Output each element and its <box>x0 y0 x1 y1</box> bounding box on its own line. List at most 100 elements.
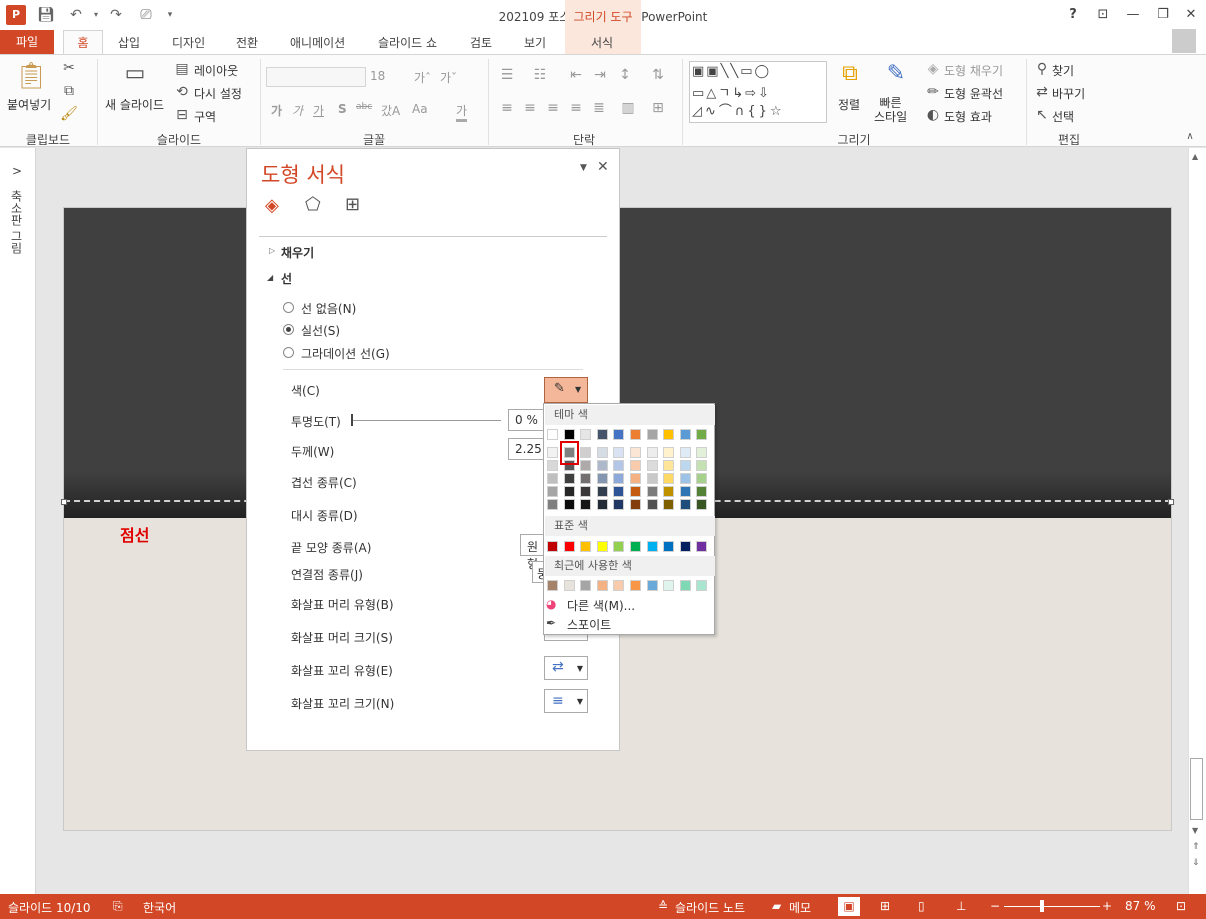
standard-color-swatch[interactable] <box>596 541 608 552</box>
select-icon[interactable]: ↖ <box>1034 107 1050 123</box>
zoom-level[interactable]: 87 % <box>1125 899 1156 913</box>
theme-shade-swatch[interactable] <box>613 447 625 458</box>
section-icon[interactable]: ⊟ <box>174 107 190 123</box>
theme-shade-swatch[interactable] <box>679 499 691 510</box>
theme-shade-swatch[interactable] <box>547 473 558 484</box>
reset-button[interactable]: 다시 설정 <box>194 85 242 102</box>
end-arrow-type-dropdown[interactable]: ⇄ ▼ <box>544 656 588 680</box>
scrollbar-thumb[interactable] <box>1190 758 1203 820</box>
theme-shade-swatch[interactable] <box>630 460 641 471</box>
spell-check-icon[interactable]: ⎘ <box>113 899 123 914</box>
size-properties-tab-icon[interactable]: ⊞ <box>345 194 360 215</box>
tab-file[interactable]: 파일 <box>0 30 54 54</box>
tab-slideshow[interactable]: 슬라이드 쇼 <box>378 34 437 51</box>
theme-shade-swatch[interactable] <box>630 473 641 484</box>
ribbon-display-icon[interactable]: ⊡ <box>1088 3 1118 27</box>
recent-color-swatch[interactable] <box>630 580 641 591</box>
expand-thumbnails-icon[interactable]: > <box>12 164 22 178</box>
standard-color-swatch[interactable] <box>696 541 708 552</box>
shape-outline-button[interactable]: 도형 윤곽선 <box>944 85 1003 102</box>
theme-shade-swatch[interactable] <box>630 447 641 458</box>
more-colors-item[interactable]: 다른 색(M)... <box>567 597 635 614</box>
fill-section-header[interactable]: 채우기 <box>281 244 314 261</box>
standard-color-swatch[interactable] <box>679 541 691 552</box>
gradient-line-radio[interactable] <box>283 347 294 358</box>
pane-close-icon[interactable]: ✕ <box>597 159 609 175</box>
standard-color-swatch[interactable] <box>630 541 641 552</box>
increase-indent-icon[interactable]: ⇥ <box>590 67 610 83</box>
quick-styles-icon[interactable]: ✎ <box>882 61 910 86</box>
theme-shade-swatch[interactable] <box>596 460 608 471</box>
recent-color-swatch[interactable] <box>580 580 592 591</box>
justify-icon[interactable]: ≡ <box>566 100 586 116</box>
theme-color-swatch[interactable] <box>563 429 575 440</box>
tab-home[interactable]: 홈 <box>63 30 103 55</box>
zoom-in-icon[interactable]: + <box>1102 899 1112 913</box>
slideshow-view-icon[interactable]: ⊥ <box>956 899 966 913</box>
line-section-header[interactable]: 선 <box>281 270 292 287</box>
theme-shade-swatch[interactable] <box>596 473 608 484</box>
theme-shade-swatch[interactable] <box>646 499 658 510</box>
shrink-font-icon[interactable]: 가ˇ <box>440 69 457 86</box>
arrange-button[interactable]: 정렬 <box>838 96 860 113</box>
theme-shade-swatch[interactable] <box>613 473 625 484</box>
cut-icon[interactable]: ✂ <box>60 60 78 76</box>
theme-shade-swatch[interactable] <box>630 499 641 510</box>
strikethrough-button[interactable]: abc <box>356 102 372 112</box>
section-button[interactable]: 구역 <box>194 108 216 125</box>
recent-color-swatch[interactable] <box>547 580 558 591</box>
theme-shade-swatch[interactable] <box>580 486 592 497</box>
zoom-slider[interactable] <box>1004 906 1100 907</box>
theme-shade-swatch[interactable] <box>663 486 675 497</box>
theme-shade-swatch[interactable] <box>663 473 675 484</box>
theme-shade-swatch[interactable] <box>679 473 691 484</box>
theme-shade-swatch[interactable] <box>613 499 625 510</box>
transparency-slider[interactable] <box>351 420 501 421</box>
fit-to-window-icon[interactable]: ⊡ <box>1176 899 1186 913</box>
zoom-out-icon[interactable]: − <box>990 899 1000 913</box>
theme-shade-swatch[interactable] <box>613 486 625 497</box>
grow-font-icon[interactable]: 가ˆ <box>414 69 431 86</box>
change-case-button[interactable]: Aa <box>412 102 428 116</box>
theme-shade-swatch[interactable] <box>663 447 675 458</box>
align-right-icon[interactable]: ≡ <box>543 100 563 116</box>
outline-color-button[interactable]: ✎ ▼ <box>544 377 588 403</box>
help-button[interactable]: ? <box>1058 3 1088 27</box>
underline-button[interactable]: 가 <box>313 102 324 119</box>
theme-shade-swatch[interactable] <box>663 499 675 510</box>
theme-color-swatch[interactable] <box>613 429 625 440</box>
theme-shade-swatch[interactable] <box>696 447 708 458</box>
minimize-button[interactable]: — <box>1118 3 1148 27</box>
shape-fill-button[interactable]: 도형 채우기 <box>944 62 1003 79</box>
theme-shade-swatch[interactable] <box>563 473 575 484</box>
theme-shade-swatch[interactable] <box>547 460 558 471</box>
shapes-row-icon[interactable]: ▭△ㄱ↳⇨⇩ <box>692 82 771 101</box>
recent-color-swatch[interactable] <box>613 580 625 591</box>
no-line-radio[interactable] <box>283 302 294 313</box>
theme-shade-swatch[interactable] <box>580 473 592 484</box>
theme-color-swatch[interactable] <box>547 429 558 440</box>
no-line-label[interactable]: 선 없음(N) <box>301 300 356 317</box>
transparency-input[interactable]: 0 % <box>508 409 546 431</box>
tab-design[interactable]: 디자인 <box>172 34 205 51</box>
copy-icon[interactable]: ⧉ <box>60 83 78 99</box>
transparency-slider-thumb[interactable] <box>351 414 353 426</box>
thumbnail-pane-collapsed[interactable]: > 축소판 그림 <box>0 148 36 894</box>
theme-color-swatch[interactable] <box>630 429 641 440</box>
bold-button[interactable]: 가 <box>271 102 282 119</box>
arrange-icon[interactable]: ⧉ <box>837 61 863 86</box>
columns-icon[interactable]: ▥ <box>618 100 638 116</box>
text-direction-icon[interactable]: ⇅ <box>648 67 668 83</box>
paste-icon[interactable]: 📋︎ <box>14 61 48 95</box>
user-avatar[interactable] <box>1172 29 1196 53</box>
zoom-slider-thumb[interactable] <box>1040 900 1044 912</box>
theme-shade-swatch[interactable] <box>580 447 592 458</box>
replace-icon[interactable]: ⇄ <box>1034 84 1050 100</box>
paste-button[interactable]: 붙여넣기 <box>7 96 51 113</box>
theme-shade-swatch[interactable] <box>563 499 575 510</box>
theme-shade-swatch[interactable] <box>596 486 608 497</box>
close-button[interactable]: ✕ <box>1176 3 1206 27</box>
shapes-row-icon[interactable]: ▣▣╲╲▭◯ <box>692 64 771 79</box>
standard-color-swatch[interactable] <box>563 541 575 552</box>
shapes-gallery[interactable]: ▣▣╲╲▭◯ ▭△ㄱ↳⇨⇩ ◿∿⌒∩{}☆ <box>689 61 827 123</box>
